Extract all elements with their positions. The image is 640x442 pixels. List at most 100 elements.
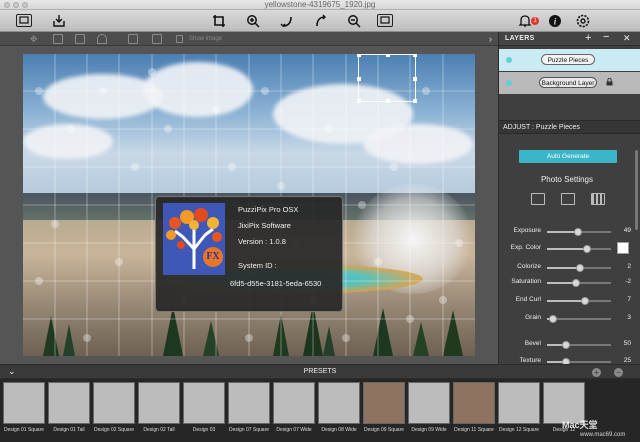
preset-thumbnail[interactable] xyxy=(408,382,450,424)
slider-track[interactable] xyxy=(547,264,611,272)
preset-label: Design 03 xyxy=(192,427,216,433)
preset-label: Design 09 Wide xyxy=(411,427,447,433)
preset-item[interactable]: Design 01 Tall xyxy=(48,382,90,440)
preset-thumbnail[interactable] xyxy=(183,382,225,424)
slider-knob[interactable] xyxy=(562,341,571,349)
select-tool-icon[interactable] xyxy=(53,34,63,44)
preset-label: Design 01 Tall xyxy=(53,427,85,433)
preset-label: Design 09 Square xyxy=(363,427,405,433)
preset-label: Design 01 Square xyxy=(3,427,45,433)
slider-label: Exp. Color xyxy=(510,244,541,251)
adjust-header: ADJUST : Puzzle Pieces xyxy=(499,120,640,134)
layer-puzzle-pieces[interactable]: Puzzle Pieces xyxy=(499,49,640,71)
preset-item[interactable]: Design 09 Square xyxy=(363,382,405,440)
slider-grain[interactable]: Grain 3 xyxy=(499,313,635,325)
preset-thumbnail[interactable] xyxy=(498,382,540,424)
slider-exposure[interactable]: Exposure 49 xyxy=(499,226,635,238)
layer-background[interactable]: Background Layer xyxy=(499,72,640,94)
rotate-right-icon[interactable] xyxy=(312,12,330,29)
slider-value: 50 xyxy=(623,340,631,347)
add-preset-icon[interactable]: + xyxy=(592,368,601,377)
slider-track[interactable] xyxy=(547,358,611,366)
show-image-label[interactable]: Show image xyxy=(189,34,222,44)
slider-track[interactable] xyxy=(547,297,611,305)
notification-badge: 1 xyxy=(531,17,539,25)
preset-item[interactable]: Design 11 Square xyxy=(453,382,495,440)
slider-track[interactable] xyxy=(547,315,611,323)
preset-item[interactable]: Design 01 Square xyxy=(3,382,45,440)
layer-visibility-icon[interactable] xyxy=(506,57,512,63)
brush-tool-icon[interactable] xyxy=(97,34,107,44)
move-tool-icon[interactable]: ✥ xyxy=(30,34,40,44)
slider-exp-color[interactable]: Exp. Color xyxy=(499,242,635,255)
slider-knob[interactable] xyxy=(582,245,591,253)
about-dialog[interactable]: FX PuzziPix Pro OSX JixiPix Software Ver… xyxy=(155,196,343,312)
slider-knob[interactable] xyxy=(576,264,585,272)
lock-icon xyxy=(606,78,613,86)
slider-value: 7 xyxy=(627,296,631,303)
slider-value: 25 xyxy=(623,357,631,364)
preset-thumbnail[interactable] xyxy=(93,382,135,424)
rotate-left-icon[interactable] xyxy=(278,12,296,29)
slider-saturation[interactable]: Saturation -2 xyxy=(499,277,635,289)
info-icon[interactable]: i xyxy=(546,12,564,29)
preset-thumbnail[interactable] xyxy=(318,382,360,424)
layer-tool-icon[interactable] xyxy=(152,34,162,44)
preset-item[interactable]: Design 03 xyxy=(183,382,225,440)
auto-generate-button[interactable]: Auto Generate xyxy=(519,150,617,163)
preset-item[interactable]: Design 07 Wide xyxy=(273,382,315,440)
layer-visibility-icon[interactable] xyxy=(506,80,512,86)
open-image-icon[interactable] xyxy=(16,14,32,27)
preset-item[interactable]: Design 02 Square xyxy=(93,382,135,440)
selected-piece-outline[interactable] xyxy=(357,54,417,103)
image-tool-icon[interactable] xyxy=(128,34,138,44)
grid-settings-icon[interactable] xyxy=(591,193,605,205)
collapse-panel-icon[interactable]: › xyxy=(489,34,492,44)
preset-thumbnail[interactable] xyxy=(138,382,180,424)
slider-knob[interactable] xyxy=(581,297,590,305)
remove-preset-icon[interactable]: − xyxy=(614,368,623,377)
remove-layer-icon[interactable]: − xyxy=(603,31,609,43)
zoom-in-icon[interactable] xyxy=(244,12,262,29)
slider-track[interactable] xyxy=(547,279,611,287)
crop-icon[interactable] xyxy=(210,12,228,29)
panel-scrollbar[interactable] xyxy=(635,150,638,230)
add-layer-icon[interactable]: + xyxy=(585,32,591,44)
lock-icon[interactable] xyxy=(176,35,183,43)
preset-item[interactable]: Design 07 Square xyxy=(228,382,270,440)
color-swatch[interactable] xyxy=(617,242,629,254)
preset-thumbnail[interactable] xyxy=(48,382,90,424)
preset-item[interactable]: Design 09 Wide xyxy=(408,382,450,440)
copy-settings-icon[interactable] xyxy=(531,193,545,205)
preset-thumbnail[interactable] xyxy=(228,382,270,424)
slider-track[interactable] xyxy=(547,245,611,253)
preset-item[interactable]: Design 08 Wide xyxy=(318,382,360,440)
preset-item[interactable]: Design 02 Tall xyxy=(138,382,180,440)
preset-item[interactable]: Design 12 Square xyxy=(498,382,540,440)
slider-track[interactable] xyxy=(547,341,611,349)
marquee-tool-icon[interactable] xyxy=(75,34,85,44)
slider-knob[interactable] xyxy=(574,228,583,236)
preset-thumbnail[interactable] xyxy=(3,382,45,424)
app-window: yellowstone-4319675_1920.jpg 1 i ✥ Show … xyxy=(0,0,640,442)
import-icon[interactable] xyxy=(50,12,68,29)
paste-settings-icon[interactable] xyxy=(561,193,575,205)
preset-thumbnail[interactable] xyxy=(453,382,495,424)
preset-label: Design 02 Square xyxy=(93,427,135,433)
settings-icon[interactable] xyxy=(574,12,592,29)
slider-bevel[interactable]: Bevel 50 xyxy=(499,339,635,351)
layer-label: Puzzle Pieces xyxy=(541,54,595,65)
about-system-id-label: System ID : xyxy=(238,261,277,270)
slider-colorize[interactable]: Colorize 2 xyxy=(499,262,635,274)
preset-thumbnail[interactable] xyxy=(363,382,405,424)
slider-knob[interactable] xyxy=(549,315,558,323)
slider-track[interactable] xyxy=(547,228,611,236)
fit-screen-icon[interactable] xyxy=(377,14,393,27)
slider-end-curl[interactable]: End Curl 7 xyxy=(499,295,635,307)
close-panel-icon[interactable]: ✕ xyxy=(623,33,631,44)
preset-thumbnail[interactable] xyxy=(273,382,315,424)
zoom-out-icon[interactable] xyxy=(345,12,363,29)
preset-item[interactable]: Design 12 xyxy=(543,382,585,440)
slider-knob[interactable] xyxy=(572,279,581,287)
canvas-area[interactable]: FX PuzziPix Pro OSX JixiPix Software Ver… xyxy=(0,46,498,364)
